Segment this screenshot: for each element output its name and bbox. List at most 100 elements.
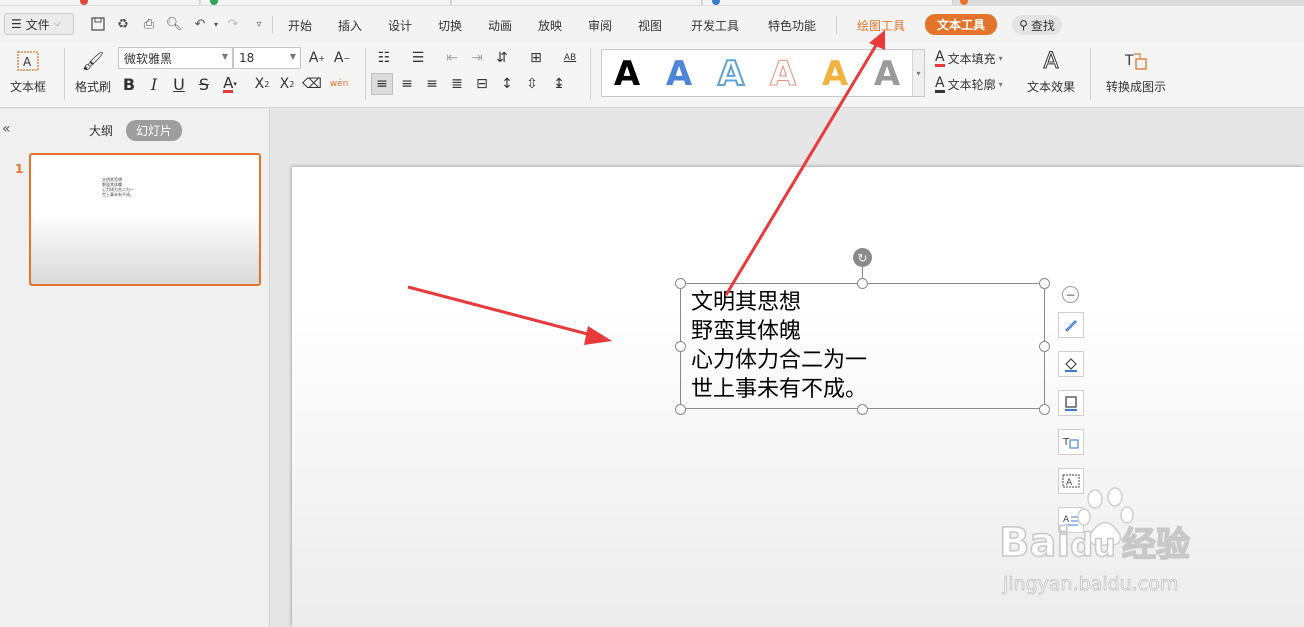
- gallery-scroll[interactable]: ▾: [912, 50, 924, 96]
- resize-handle[interactable]: [675, 404, 686, 415]
- print-preview-icon[interactable]: 🔍︎: [165, 15, 183, 33]
- bold-icon[interactable]: B: [118, 73, 140, 95]
- resize-handle[interactable]: [675, 278, 686, 289]
- watermark-url: jingyan.baidu.com: [1003, 573, 1179, 596]
- text-style-gallery: A A A A A A ▾: [601, 49, 925, 97]
- print-icon[interactable]: ⎙: [140, 15, 158, 33]
- tab-design[interactable]: 设计: [388, 17, 412, 34]
- convert-to-diagram-label: 转换成图示: [1105, 80, 1166, 94]
- decrease-indent-icon[interactable]: ⇤: [441, 47, 463, 69]
- divider: [590, 48, 591, 100]
- distribute-icon[interactable]: ⊟: [471, 73, 493, 95]
- resize-handle[interactable]: [857, 278, 868, 289]
- convert-to-diagram-button[interactable]: T 转换成图示: [1100, 48, 1172, 95]
- collapse-panel-icon[interactable]: «: [2, 121, 11, 137]
- text-style-red-outline[interactable]: A: [763, 56, 803, 93]
- italic-icon[interactable]: I: [143, 73, 165, 95]
- tab-developer[interactable]: 开发工具: [691, 17, 739, 34]
- textbox-icon: A: [15, 48, 41, 74]
- subscript-icon[interactable]: X2: [276, 73, 298, 95]
- text-box[interactable]: 文明其思想 野蛮其体魄 心力体力合二为一 世上事未有不成。: [680, 283, 1045, 409]
- phonetic-guide-icon[interactable]: wén: [328, 73, 350, 95]
- text-style-black[interactable]: A: [607, 56, 647, 92]
- text-line[interactable]: 文明其思想: [691, 288, 801, 317]
- shape-style-brush-icon[interactable]: [1058, 312, 1084, 338]
- text-fill-button[interactable]: A 文本填充 ▾: [935, 50, 1003, 67]
- text-line[interactable]: 野蛮其体魄: [691, 317, 801, 346]
- strikethrough-icon[interactable]: S: [193, 73, 215, 95]
- numbered-list-icon[interactable]: ☰: [407, 47, 429, 69]
- tab-start[interactable]: 开始: [288, 17, 312, 34]
- increase-font-icon[interactable]: A +: [306, 47, 328, 69]
- text-style-gold[interactable]: A: [815, 56, 855, 92]
- text-shadow-ab-icon[interactable]: AB: [559, 47, 581, 69]
- shape-fill-icon[interactable]: [1058, 351, 1084, 377]
- text-fill-icon: A: [935, 48, 945, 67]
- superscript-icon[interactable]: X2: [251, 73, 273, 95]
- search-button[interactable]: ⚲ 查找: [1012, 15, 1062, 35]
- text-line[interactable]: 世上事未有不成。: [691, 375, 867, 404]
- tab-slides[interactable]: 幻灯片: [126, 120, 183, 141]
- thumbnail-text: 文明其思想 野蛮其体魄 心力体力合二为一 世上事未有不成。: [102, 177, 134, 197]
- redo-icon[interactable]: ↷: [224, 15, 242, 33]
- divider: [365, 48, 366, 100]
- window-tab[interactable]: [452, 0, 702, 5]
- resize-handle[interactable]: [857, 404, 868, 415]
- tab-outline[interactable]: 大纲: [89, 122, 113, 139]
- watermark-brand: Baidu 经验: [998, 517, 1190, 567]
- resize-handle[interactable]: [1039, 404, 1050, 415]
- text-style-blue[interactable]: A: [659, 56, 699, 92]
- tab-view[interactable]: 视图: [638, 17, 662, 34]
- window-tab[interactable]: [703, 0, 953, 5]
- rotate-handle-icon[interactable]: ↻: [853, 248, 872, 267]
- text-outline-button[interactable]: A 文本轮廓 ▾: [935, 76, 1003, 93]
- file-menu-button[interactable]: ☰ 文件 ⌵: [4, 13, 74, 35]
- textbox-button[interactable]: A 文本框: [6, 48, 50, 95]
- line-align-icon[interactable]: ⊞: [525, 47, 547, 69]
- tab-special-features[interactable]: 特色功能: [768, 17, 816, 34]
- convert-diagram-small-icon[interactable]: T: [1058, 429, 1084, 455]
- tab-insert[interactable]: 插入: [338, 17, 362, 34]
- shape-outline-icon[interactable]: [1058, 390, 1084, 416]
- decrease-font-icon[interactable]: A −: [331, 47, 353, 69]
- align-center-icon[interactable]: ≡: [396, 73, 418, 95]
- tab-transition[interactable]: 切换: [438, 17, 462, 34]
- save-icon[interactable]: [89, 15, 107, 33]
- align-right-icon[interactable]: ≡: [421, 73, 443, 95]
- text-style-gray[interactable]: A: [867, 56, 907, 92]
- collapse-tools-icon[interactable]: −: [1062, 286, 1079, 303]
- slide-thumbnail[interactable]: 文明其思想 野蛮其体魄 心力体力合二为一 世上事未有不成。: [29, 153, 261, 286]
- customize-toolbar-icon[interactable]: ▿: [250, 15, 268, 33]
- window-tab[interactable]: [201, 0, 451, 5]
- font-size-select[interactable]: 18 ▼: [233, 47, 301, 69]
- paragraph-settings-icon[interactable]: ↨: [548, 73, 570, 95]
- tab-slideshow[interactable]: 放映: [538, 17, 562, 34]
- text-effect-button[interactable]: A 文本效果: [1021, 48, 1081, 95]
- increase-indent-icon[interactable]: ⇥: [466, 47, 488, 69]
- bullet-list-icon[interactable]: ☷: [373, 47, 395, 69]
- cloud-share-icon[interactable]: ♻: [114, 15, 132, 33]
- font-size-value: 18: [239, 51, 255, 65]
- font-color-icon[interactable]: A ▾: [219, 73, 241, 95]
- paragraph-spacing-icon[interactable]: ⇳: [521, 73, 543, 95]
- search-icon: ⚲: [1019, 18, 1028, 32]
- tab-drawing-tools[interactable]: 绘图工具: [857, 17, 905, 34]
- window-tab[interactable]: [0, 0, 200, 5]
- tab-text-tools[interactable]: 文本工具: [925, 14, 998, 35]
- format-painter-button[interactable]: 🖌︎ 格式刷: [72, 48, 114, 95]
- undo-dropdown-icon[interactable]: ▾: [207, 15, 225, 33]
- resize-handle[interactable]: [675, 341, 686, 352]
- resize-handle[interactable]: [1039, 278, 1050, 289]
- text-style-blue-outline[interactable]: A: [711, 55, 751, 93]
- line-spacing-icon[interactable]: ↕: [496, 73, 518, 95]
- resize-handle[interactable]: [1039, 341, 1050, 352]
- text-direction-icon[interactable]: ⇵: [491, 47, 513, 69]
- font-name-select[interactable]: 微软雅黑 ▼: [118, 47, 233, 69]
- underline-icon[interactable]: U: [168, 73, 190, 95]
- clear-format-icon[interactable]: ⌫: [301, 73, 323, 95]
- tab-review[interactable]: 审阅: [588, 17, 612, 34]
- text-line[interactable]: 心力体力合二为一: [691, 346, 867, 375]
- tab-animation[interactable]: 动画: [488, 17, 512, 34]
- align-left-icon[interactable]: ≡: [371, 73, 393, 95]
- justify-icon[interactable]: ≣: [446, 73, 468, 95]
